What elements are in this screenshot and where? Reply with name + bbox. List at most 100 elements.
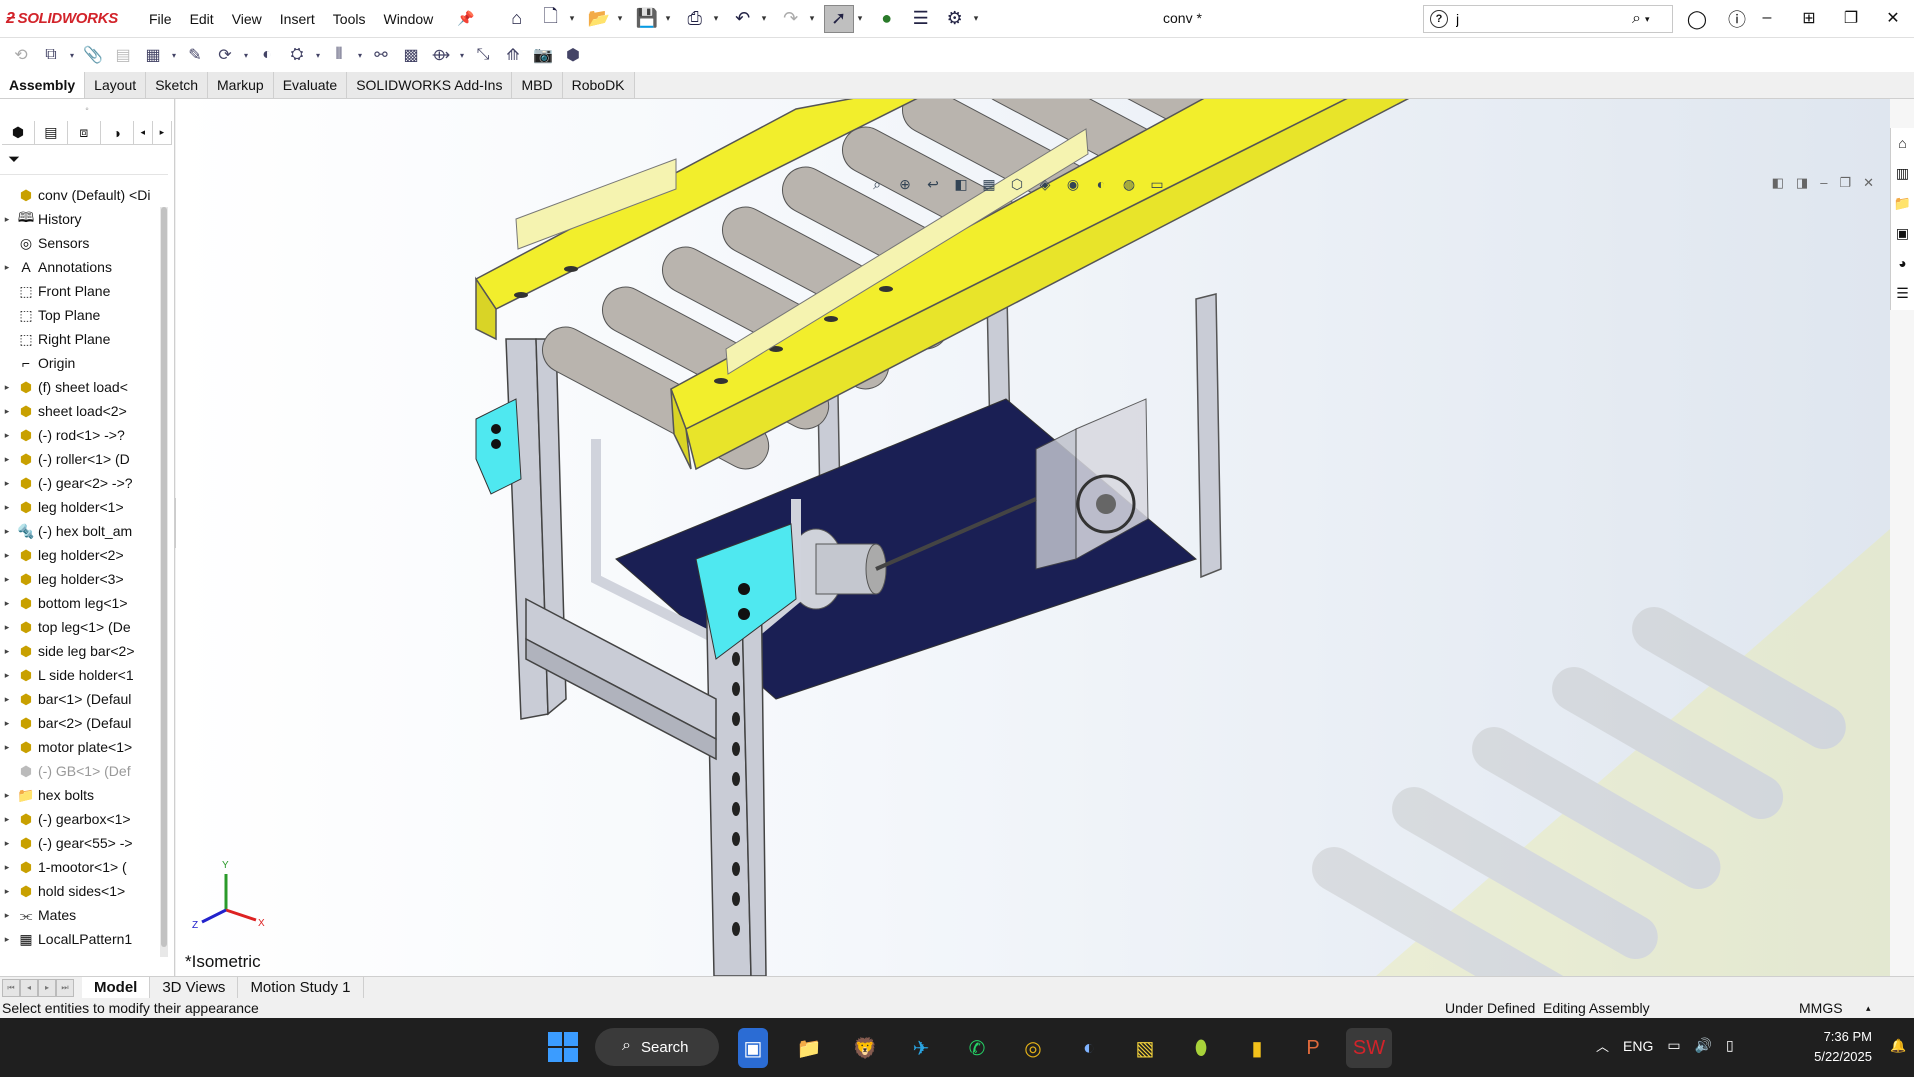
apply-scene-icon[interactable]: ◍ [1118, 173, 1140, 195]
move-component-icon[interactable]: ⟳ [212, 42, 238, 68]
tile-window-icon[interactable]: ⊞ [1788, 0, 1830, 36]
zoom-to-area-icon[interactable]: ⊕ [894, 173, 916, 195]
tree-item[interactable]: ▸ ⬢ bottom leg<1> [0, 591, 160, 615]
expand-arrow-icon[interactable]: ▸ [0, 574, 14, 585]
volume-icon[interactable]: 🔊 [1695, 1037, 1712, 1054]
viewport-tile-left-icon[interactable]: ◧ [1772, 175, 1784, 191]
battery-icon[interactable]: ▯ [1726, 1037, 1734, 1054]
tree-item[interactable]: ▸ ⬢ (-) gear<2> ->? [0, 471, 160, 495]
menu-tools[interactable]: Tools [324, 11, 375, 27]
search-box[interactable]: ? ⌕ ▾ [1423, 5, 1673, 33]
expand-arrow-icon[interactable]: ▸ [0, 550, 14, 561]
unit-system-selector[interactable]: MMGS [1799, 1000, 1843, 1016]
powerpoint-icon[interactable]: P [1290, 1028, 1336, 1068]
solidworks-logo[interactable]: ƻ SOLIDWORKS [0, 10, 140, 28]
bill-of-materials-icon[interactable]: ▩ [398, 42, 424, 68]
chevron-down-icon[interactable]: ▾ [68, 42, 76, 68]
view-settings-icon[interactable]: ▭ [1146, 173, 1168, 195]
display-style-icon[interactable]: ◈ [1034, 173, 1056, 195]
property-manager-tab-icon[interactable]: ▤ [35, 120, 68, 145]
tree-filter-icon[interactable]: ⏷ [0, 145, 168, 175]
expand-arrow-icon[interactable]: ▸ [0, 646, 14, 657]
tree-item[interactable]: ▸ ⬢ hold sides<1> [0, 879, 160, 903]
chevron-down-icon[interactable]: ▾ [762, 13, 772, 24]
tree-item[interactable]: ▸ ⬢ top leg<1> (De [0, 615, 160, 639]
tab-assembly[interactable]: Assembly [0, 72, 86, 98]
assembly-features-icon[interactable]: ⛭ [284, 42, 310, 68]
taskbar-clock[interactable]: 7:36 PM 5/22/2025 [1796, 1027, 1872, 1067]
chevron-down-icon[interactable]: ▾ [974, 13, 984, 24]
expand-arrow-icon[interactable]: ▸ [0, 502, 14, 513]
app-circle-icon[interactable]: ◐ [1066, 1028, 1112, 1068]
edit-component-icon[interactable]: ⟲ [8, 42, 34, 68]
app-leaf-icon[interactable]: ⬮ [1178, 1028, 1224, 1068]
menu-insert[interactable]: Insert [271, 11, 324, 27]
take-snapshot-icon[interactable]: 📷 [530, 42, 556, 68]
view-palette-icon[interactable]: ▣ [1891, 218, 1914, 248]
telegram-icon[interactable]: ✈ [898, 1028, 944, 1068]
close-icon[interactable]: ✕ [1872, 0, 1914, 36]
instant3d-icon[interactable]: ⤡ [470, 42, 496, 68]
hide-show-items-icon[interactable]: ◉ [1062, 173, 1084, 195]
expand-arrow-icon[interactable]: ▸ [0, 934, 14, 945]
chevron-down-icon[interactable]: ▾ [666, 13, 676, 24]
tree-item[interactable]: ▸ ⬢ leg holder<1> [0, 495, 160, 519]
brave-browser-icon[interactable]: 🦁 [842, 1028, 888, 1068]
expand-arrow-icon[interactable]: ▸ [0, 886, 14, 897]
restore-icon[interactable]: ❐ [1830, 0, 1872, 36]
tree-item[interactable]: ▸ ⬢ (-) gear<55> -> [0, 831, 160, 855]
task-view-icon[interactable]: ▣ [738, 1028, 768, 1068]
select-pointer-icon[interactable]: ➚ [823, 4, 854, 33]
smart-fasteners-icon[interactable]: ✎ [182, 42, 208, 68]
tab-mbd[interactable]: MBD [512, 72, 563, 98]
tree-item[interactable]: ▸ A Annotations [0, 255, 160, 279]
expand-arrow-icon[interactable]: ▸ [0, 598, 14, 609]
last-tab-icon[interactable]: ⏭ [56, 978, 74, 997]
chevron-down-icon[interactable]: ▾ [570, 13, 580, 24]
dynamic-annotation-icon[interactable]: ▦ [978, 173, 1000, 195]
tree-item[interactable]: ▸ 🕮 History [0, 207, 160, 231]
tree-item[interactable]: ▸ ⬢ sheet load<2> [0, 399, 160, 423]
expand-arrow-icon[interactable]: ▸ [0, 910, 14, 921]
tab-3d-views[interactable]: 3D Views [150, 976, 239, 999]
image-viewer-icon[interactable]: ▧ [1122, 1028, 1168, 1068]
tree-item[interactable]: ▸ 🔩 (-) hex bolt_am [0, 519, 160, 543]
tab-motion-study[interactable]: Motion Study 1 [238, 976, 364, 999]
menu-view[interactable]: View [223, 11, 271, 27]
tree-item[interactable]: ▸ ⬢ (-) gearbox<1> [0, 807, 160, 831]
tree-item[interactable]: ▸ 📁 hex bolts [0, 783, 160, 807]
expand-arrow-icon[interactable]: ▸ [0, 790, 14, 801]
language-indicator[interactable]: ENG [1623, 1038, 1653, 1054]
insert-components-icon[interactable]: ⧉ [38, 42, 64, 68]
chevron-down-icon[interactable]: ▾ [858, 13, 868, 24]
chevron-down-icon[interactable]: ▾ [170, 42, 178, 68]
expand-arrow-icon[interactable]: ▸ [0, 814, 14, 825]
expand-arrow-icon[interactable]: ▸ [0, 382, 14, 393]
whatsapp-icon[interactable]: ✆ [954, 1028, 1000, 1068]
display-icon[interactable]: ▭ [1667, 1037, 1680, 1054]
expand-arrow-icon[interactable]: ▸ [0, 622, 14, 633]
notification-bell-icon[interactable]: 🔔 [1890, 1038, 1906, 1054]
reference-geometry-icon[interactable]: ⫴ [326, 42, 352, 68]
tree-item[interactable]: ⬢ (-) GB<1> (Def [0, 759, 160, 783]
solidworks-taskbar-icon[interactable]: SW [1346, 1028, 1392, 1068]
chevron-down-icon[interactable]: ▾ [714, 13, 724, 24]
expand-arrow-icon[interactable]: ▸ [0, 670, 14, 681]
expand-arrow-icon[interactable]: ▸ [0, 478, 14, 489]
open-folder-icon[interactable]: 📂 [584, 5, 614, 33]
units-up-icon[interactable]: ▴ [1866, 1003, 1871, 1014]
appearances-icon[interactable]: ◕ [1891, 248, 1914, 278]
configuration-manager-tab-icon[interactable]: ⧈ [68, 120, 101, 145]
expand-arrow-icon[interactable]: ▸ [0, 742, 14, 753]
tab-robodk[interactable]: RoboDK [562, 72, 635, 98]
redo-icon[interactable]: ↷ [776, 5, 806, 33]
file-explorer-icon[interactable]: 📁 [1891, 188, 1914, 218]
undo-icon[interactable]: ↶ [728, 5, 758, 33]
view-orientation-icon[interactable]: ⬡ [1006, 173, 1028, 195]
collapse-panel-icon[interactable]: ◦ [0, 99, 174, 121]
new-document-icon[interactable]: 🗋 [536, 5, 566, 33]
tree-item[interactable]: ▸ ⬢ bar<1> (Defaul [0, 687, 160, 711]
chrome-icon[interactable]: ◎ [1010, 1028, 1056, 1068]
expand-arrow-icon[interactable]: ▸ [0, 262, 14, 273]
search-icon[interactable]: ⌕ [1632, 10, 1641, 28]
